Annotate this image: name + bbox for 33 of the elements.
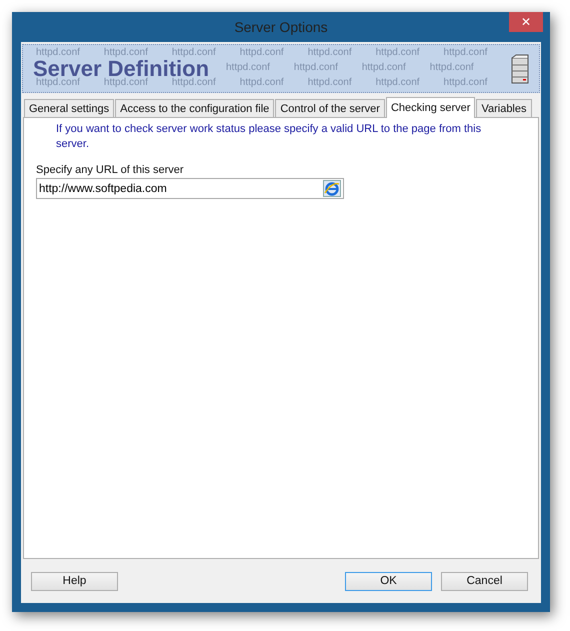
tab[interactable]: Control of the server xyxy=(275,99,385,117)
pattern-text: httpd.conf xyxy=(362,62,406,75)
pattern-text: httpd.conf xyxy=(240,77,284,90)
pattern-text: httpd.conf xyxy=(376,77,420,90)
pattern-text: httpd.conf xyxy=(308,77,352,90)
pattern-text: httpd.conf xyxy=(294,62,338,75)
pattern-text: httpd.conf xyxy=(444,47,488,60)
url-field[interactable]: http://www.softpedia.com xyxy=(36,178,344,199)
pattern-text: httpd.conf xyxy=(172,47,216,60)
pattern-text: httpd.conf xyxy=(104,77,148,90)
pattern-text: httpd.conf xyxy=(430,62,474,75)
pattern-text: httpd.conf xyxy=(104,47,148,60)
dialog-button[interactable]: OK xyxy=(345,572,432,590)
close-button[interactable]: ✕ xyxy=(509,12,543,32)
pattern-text: httpd.conf xyxy=(376,47,420,60)
pattern-text: httpd.conf xyxy=(36,47,80,60)
info-text: If you want to check server work status please specify a valid URL to the page from this server. xyxy=(56,122,482,152)
pattern-text: httpd.conf xyxy=(240,47,284,60)
dialog-button[interactable]: Cancel xyxy=(441,572,528,590)
window-title: Server Options xyxy=(234,19,328,35)
pattern-text: httpd.conf xyxy=(444,77,488,90)
tab[interactable]: Access to the configuration file xyxy=(115,99,274,117)
pattern-text: httpd.conf xyxy=(172,77,216,90)
tab[interactable]: Variables xyxy=(476,99,532,117)
browser-icon[interactable] xyxy=(323,180,341,197)
pattern-text: httpd.conf xyxy=(226,62,270,75)
help-button[interactable]: Help xyxy=(31,572,118,590)
server-icon xyxy=(511,54,529,84)
pattern-text: httpd.conf xyxy=(36,77,80,90)
tab[interactable]: General settings xyxy=(24,99,114,117)
tab[interactable]: Checking server xyxy=(386,97,476,118)
pattern-text: httpd.conf xyxy=(308,47,352,60)
url-label: Specify any URL of this server xyxy=(36,164,185,176)
